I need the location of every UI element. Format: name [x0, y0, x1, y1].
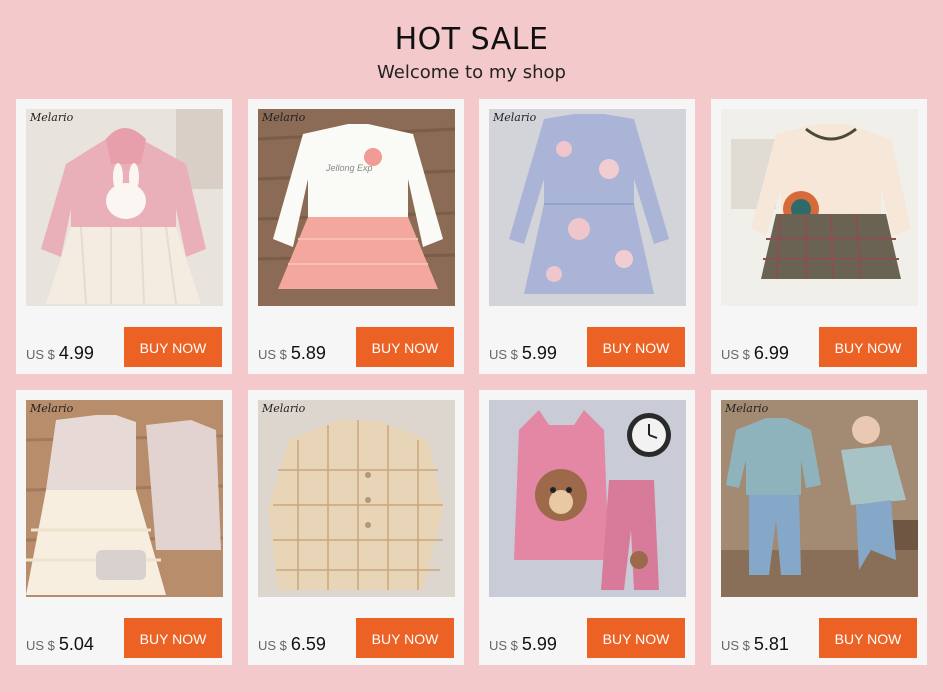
product-card: Melario US $6.59 BUY NOW [248, 390, 464, 665]
buy-now-button[interactable]: BUY NOW [124, 327, 222, 367]
product-card: Melario US $4.99 BUY NOW [16, 99, 232, 374]
buy-now-button[interactable]: BUY NOW [819, 618, 917, 658]
currency-label: US $ [26, 638, 55, 653]
price-value: 6.59 [290, 634, 326, 654]
product-image[interactable]: Melario [258, 400, 455, 597]
product-card: Melario US $5.99 BUY NOW [479, 99, 695, 374]
page-subtitle: Welcome to my shop [377, 62, 566, 83]
brand-logo: Melario [262, 402, 306, 415]
price-value: 5.99 [521, 343, 557, 363]
price-value: 5.99 [521, 634, 557, 654]
price-value: 4.99 [58, 343, 94, 363]
currency-label: US $ [489, 638, 518, 653]
price-row: US $6.59 [258, 634, 326, 658]
page-header: HOT SALE Welcome to my shop [0, 0, 943, 100]
product-card: Melario US $5.04 BUY NOW [16, 390, 232, 665]
product-image[interactable] [489, 400, 686, 597]
currency-label: US $ [258, 638, 287, 653]
price-row: US $5.04 [26, 634, 94, 658]
brand-logo: Melario [30, 402, 74, 415]
brand-logo: Melario [262, 111, 306, 124]
page-title: HOT SALE [394, 22, 549, 57]
currency-label: US $ [258, 347, 287, 362]
buy-now-button[interactable]: BUY NOW [587, 327, 685, 367]
price-row: US $6.99 [721, 343, 789, 367]
price-value: 6.99 [753, 343, 789, 363]
price-value: 5.89 [290, 343, 326, 363]
product-image[interactable]: Melario [721, 400, 918, 597]
price-row: US $5.89 [258, 343, 326, 367]
product-card: Jellong Exp Melario US $5.89 BUY NOW [248, 99, 464, 374]
buy-now-button[interactable]: BUY NOW [819, 327, 917, 367]
price-row: US $5.99 [489, 634, 557, 658]
price-value: 5.81 [753, 634, 789, 654]
svg-text:Jellong Exp: Jellong Exp [325, 163, 373, 173]
product-card: Melario US $5.81 BUY NOW [711, 390, 927, 665]
buy-now-button[interactable]: BUY NOW [356, 327, 454, 367]
product-image[interactable]: Jellong Exp Melario [258, 109, 455, 306]
currency-label: US $ [721, 638, 750, 653]
price-row: US $4.99 [26, 343, 94, 367]
buy-now-button[interactable]: BUY NOW [587, 618, 685, 658]
brand-logo: Melario [30, 111, 74, 124]
product-image[interactable]: Melario [26, 400, 223, 597]
brand-logo: Melario [725, 402, 769, 415]
currency-label: US $ [26, 347, 55, 362]
product-image[interactable]: Melario [26, 109, 223, 306]
price-row: US $5.99 [489, 343, 557, 367]
brand-logo: Melario [493, 111, 537, 124]
buy-now-button[interactable]: BUY NOW [356, 618, 454, 658]
product-image[interactable]: Melario [489, 109, 686, 306]
product-card: US $5.99 BUY NOW [479, 390, 695, 665]
price-value: 5.04 [58, 634, 94, 654]
currency-label: US $ [721, 347, 750, 362]
currency-label: US $ [489, 347, 518, 362]
buy-now-button[interactable]: BUY NOW [124, 618, 222, 658]
product-grid: Melario US $4.99 BUY NOW Jellong Exp Mel… [16, 99, 927, 665]
product-card: US $6.99 BUY NOW [711, 99, 927, 374]
price-row: US $5.81 [721, 634, 789, 658]
product-image[interactable] [721, 109, 918, 306]
